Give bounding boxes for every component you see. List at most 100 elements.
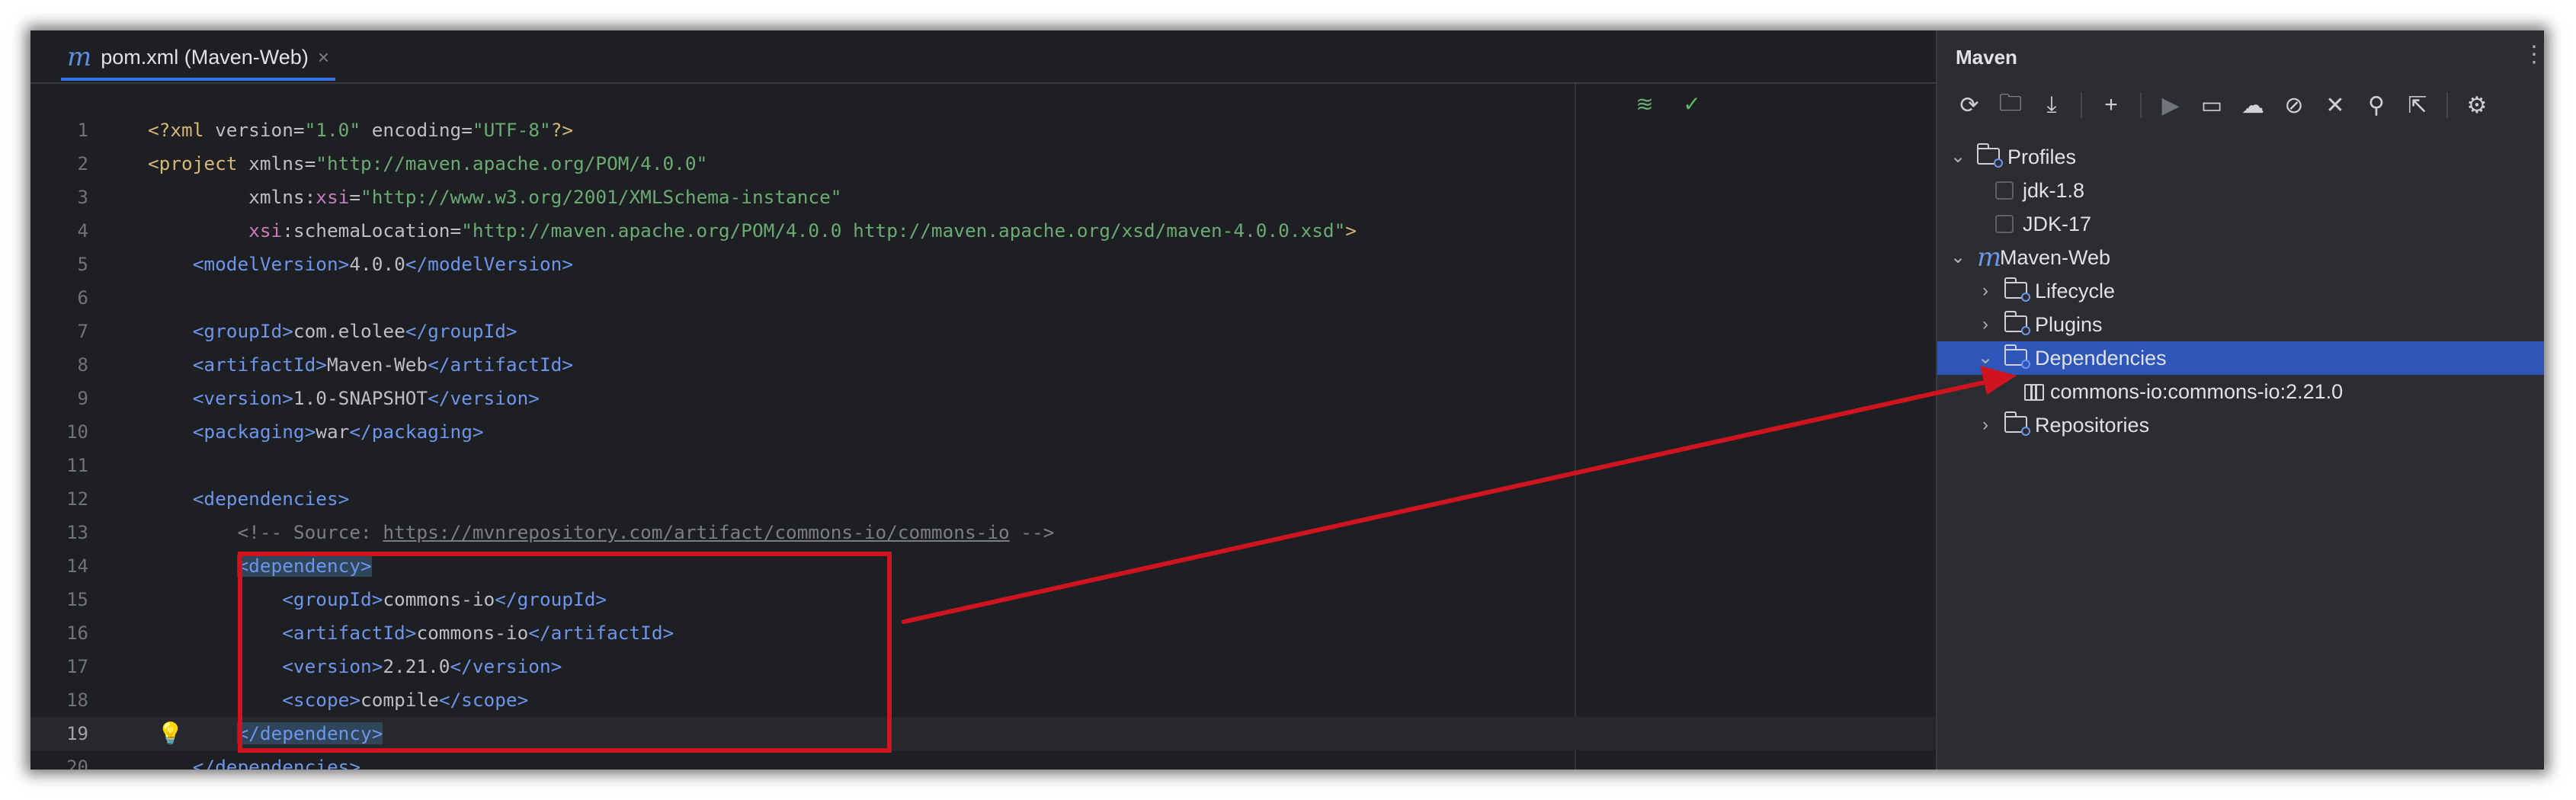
code-token: = xyxy=(450,219,462,242)
settings-icon[interactable]: ⚙ xyxy=(2459,87,2495,123)
code-token: = xyxy=(293,119,305,141)
line-number: 13 xyxy=(66,522,88,543)
download-icon[interactable]: ⤓ xyxy=(2033,87,2070,123)
line-number: 1 xyxy=(77,120,88,141)
code-token: encoding xyxy=(360,119,462,141)
tree-item-label: Profiles xyxy=(2007,146,2077,168)
code-token: </modelVersion> xyxy=(405,253,574,275)
execute-goal-icon[interactable]: ▭ xyxy=(2193,87,2230,123)
code-token: </artifactId> xyxy=(428,354,574,376)
tree-item-plugins[interactable]: › Plugins xyxy=(1937,308,2544,341)
code-line[interactable]: 5 <modelVersion>4.0.0</modelVersion> xyxy=(30,248,1936,281)
maven-tool-window: Maven ⋮ ⟳ 🗀 ⤓ + ▶ ▭ ☁ ⊘ ✕ ⚲ ⇱ ⚙ ⌄ Profiles jdk-1.8 JDK… xyxy=(1936,30,2544,770)
code-line[interactable]: 20 </dependencies> xyxy=(30,750,1936,770)
code-text: <project xmlns="http://maven.apache.org/… xyxy=(148,147,707,181)
tree-item-jdk-17[interactable]: JDK-17 xyxy=(1937,207,2544,241)
line-number: 2 xyxy=(77,153,88,174)
chevron-right-icon[interactable]: › xyxy=(1975,408,1995,442)
annotation-highlight-box xyxy=(238,552,892,753)
code-token: xmlns xyxy=(148,186,305,208)
editor-tab-pom[interactable]: m pom.xml (Maven-Web) × xyxy=(61,37,335,81)
maven-toolbar: ⟳ 🗀 ⤓ + ▶ ▭ ☁ ⊘ ✕ ⚲ ⇱ ⚙ xyxy=(1951,87,2500,123)
tree-item-label: jdk-1.8 xyxy=(2023,179,2085,202)
code-line[interactable]: 9 <version>1.0-SNAPSHOT</version> xyxy=(30,382,1936,415)
code-text: <groupId>com.elolee</groupId> xyxy=(148,315,517,348)
code-token: "1.0" xyxy=(304,119,361,141)
more-options-icon[interactable]: ⋮ xyxy=(2523,41,2544,68)
tab-title: pom.xml (Maven-Web) xyxy=(101,45,309,69)
tree-item-label: Lifecycle xyxy=(2035,280,2116,302)
code-line[interactable]: 2 <project xmlns="http://maven.apache.org… xyxy=(30,147,1936,181)
code-line[interactable]: 1 <?xml version="1.0" encoding="UTF-8"?> xyxy=(30,114,1936,147)
code-line[interactable]: 3 xmlns:xsi="http://www.w3.org/2001/XMLS… xyxy=(30,181,1936,214)
offline-mode-icon[interactable]: ☁ xyxy=(2235,87,2271,123)
run-icon[interactable]: ▶ xyxy=(2152,87,2189,123)
line-number: 17 xyxy=(66,656,88,677)
tree-item-label: Dependencies xyxy=(2035,347,2167,370)
line-number: 9 xyxy=(77,388,88,409)
tree-item-label: Maven-Web xyxy=(2000,246,2111,269)
maven-m-icon: m xyxy=(1977,242,2002,273)
code-line[interactable]: 11 xyxy=(30,449,1936,482)
show-dependencies-icon[interactable]: ⚲ xyxy=(2358,87,2395,123)
code-token: "http://maven.apache.org/POM/4.0.0" xyxy=(316,152,708,174)
line-number: 18 xyxy=(66,690,88,711)
code-token: </dependencies> xyxy=(148,756,361,770)
close-icon[interactable]: × xyxy=(318,46,329,69)
add-icon[interactable]: + xyxy=(2093,87,2129,123)
code-token: "UTF-8" xyxy=(472,119,551,141)
code-token: <packaging> xyxy=(148,421,316,443)
code-line[interactable]: 7 <groupId>com.elolee</groupId> xyxy=(30,315,1936,348)
tree-item-maven-web[interactable]: ⌄ m Maven-Web xyxy=(1937,241,2544,274)
code-token: <!-- Source: xyxy=(148,521,383,543)
skip-tests-icon[interactable]: ⊘ xyxy=(2276,87,2312,123)
profile-checkbox[interactable] xyxy=(1995,215,2014,233)
chevron-right-icon[interactable]: › xyxy=(1975,308,1995,341)
line-number: 10 xyxy=(66,421,88,443)
tree-item-repositories[interactable]: › Repositories xyxy=(1937,408,2544,442)
line-number: 5 xyxy=(77,254,88,275)
code-text: <?xml version="1.0" encoding="UTF-8"?> xyxy=(148,114,573,147)
chevron-right-icon[interactable]: › xyxy=(1975,274,1995,308)
code-line[interactable]: 12 <dependencies> xyxy=(30,482,1936,516)
tree-item-commons-io-commons-io-2-21-0[interactable]: commons-io:commons-io:2.21.0 xyxy=(1937,375,2544,408)
code-token: <groupId> xyxy=(148,320,293,342)
line-number: 14 xyxy=(66,555,88,577)
chevron-down-icon[interactable]: ⌄ xyxy=(1948,241,1968,274)
code-token[interactable]: https://mvnrepository.com/artifact/commo… xyxy=(383,521,1009,543)
generate-sources-icon[interactable]: 🗀 xyxy=(1992,87,2029,123)
line-number: 7 xyxy=(77,321,88,342)
chevron-down-icon[interactable]: ⌄ xyxy=(1975,341,1995,375)
toggle-icon[interactable]: ⇱ xyxy=(2399,87,2436,123)
code-token: :schemaLocation xyxy=(282,219,450,242)
code-text: xsi:schemaLocation="http://maven.apache.… xyxy=(148,214,1357,248)
line-number: 15 xyxy=(66,589,88,610)
tree-item-profiles[interactable]: ⌄ Profiles xyxy=(1937,140,2544,174)
code-text: <artifactId>Maven-Web</artifactId> xyxy=(148,348,573,382)
tree-item-jdk-1-8[interactable]: jdk-1.8 xyxy=(1937,174,2544,207)
code-token: <dependencies> xyxy=(148,488,350,510)
code-token: 4.0.0 xyxy=(349,253,405,275)
line-number: 11 xyxy=(66,455,88,476)
code-token: --> xyxy=(1009,521,1055,543)
chevron-down-icon[interactable]: ⌄ xyxy=(1948,140,1968,174)
code-token: </version> xyxy=(428,387,540,409)
library-icon xyxy=(2024,384,2044,401)
code-token: version xyxy=(215,119,293,141)
editor-tab-bar: m pom.xml (Maven-Web) × xyxy=(30,30,1936,84)
code-line[interactable]: 6 xyxy=(30,281,1936,315)
reload-all-icon[interactable]: ⟳ xyxy=(1951,87,1988,123)
code-token: <?xml xyxy=(148,119,216,141)
toolbar-separator xyxy=(2081,92,2082,118)
line-number: 19 xyxy=(66,723,88,744)
code-line[interactable]: 13 <!-- Source: https://mvnrepository.co… xyxy=(30,516,1936,549)
collapse-all-icon[interactable]: ✕ xyxy=(2317,87,2353,123)
profile-checkbox[interactable] xyxy=(1995,181,2014,200)
code-line[interactable]: 10 <packaging>war</packaging> xyxy=(30,415,1936,449)
code-line[interactable]: 8 <artifactId>Maven-Web</artifactId> xyxy=(30,348,1936,382)
code-line[interactable]: 4 xsi:schemaLocation="http://maven.apach… xyxy=(30,214,1936,248)
code-text: <!-- Source: https://mvnrepository.com/a… xyxy=(148,516,1054,549)
line-number: 16 xyxy=(66,622,88,644)
tree-item-dependencies[interactable]: ⌄ Dependencies xyxy=(1937,341,2544,375)
tree-item-lifecycle[interactable]: › Lifecycle xyxy=(1937,274,2544,308)
